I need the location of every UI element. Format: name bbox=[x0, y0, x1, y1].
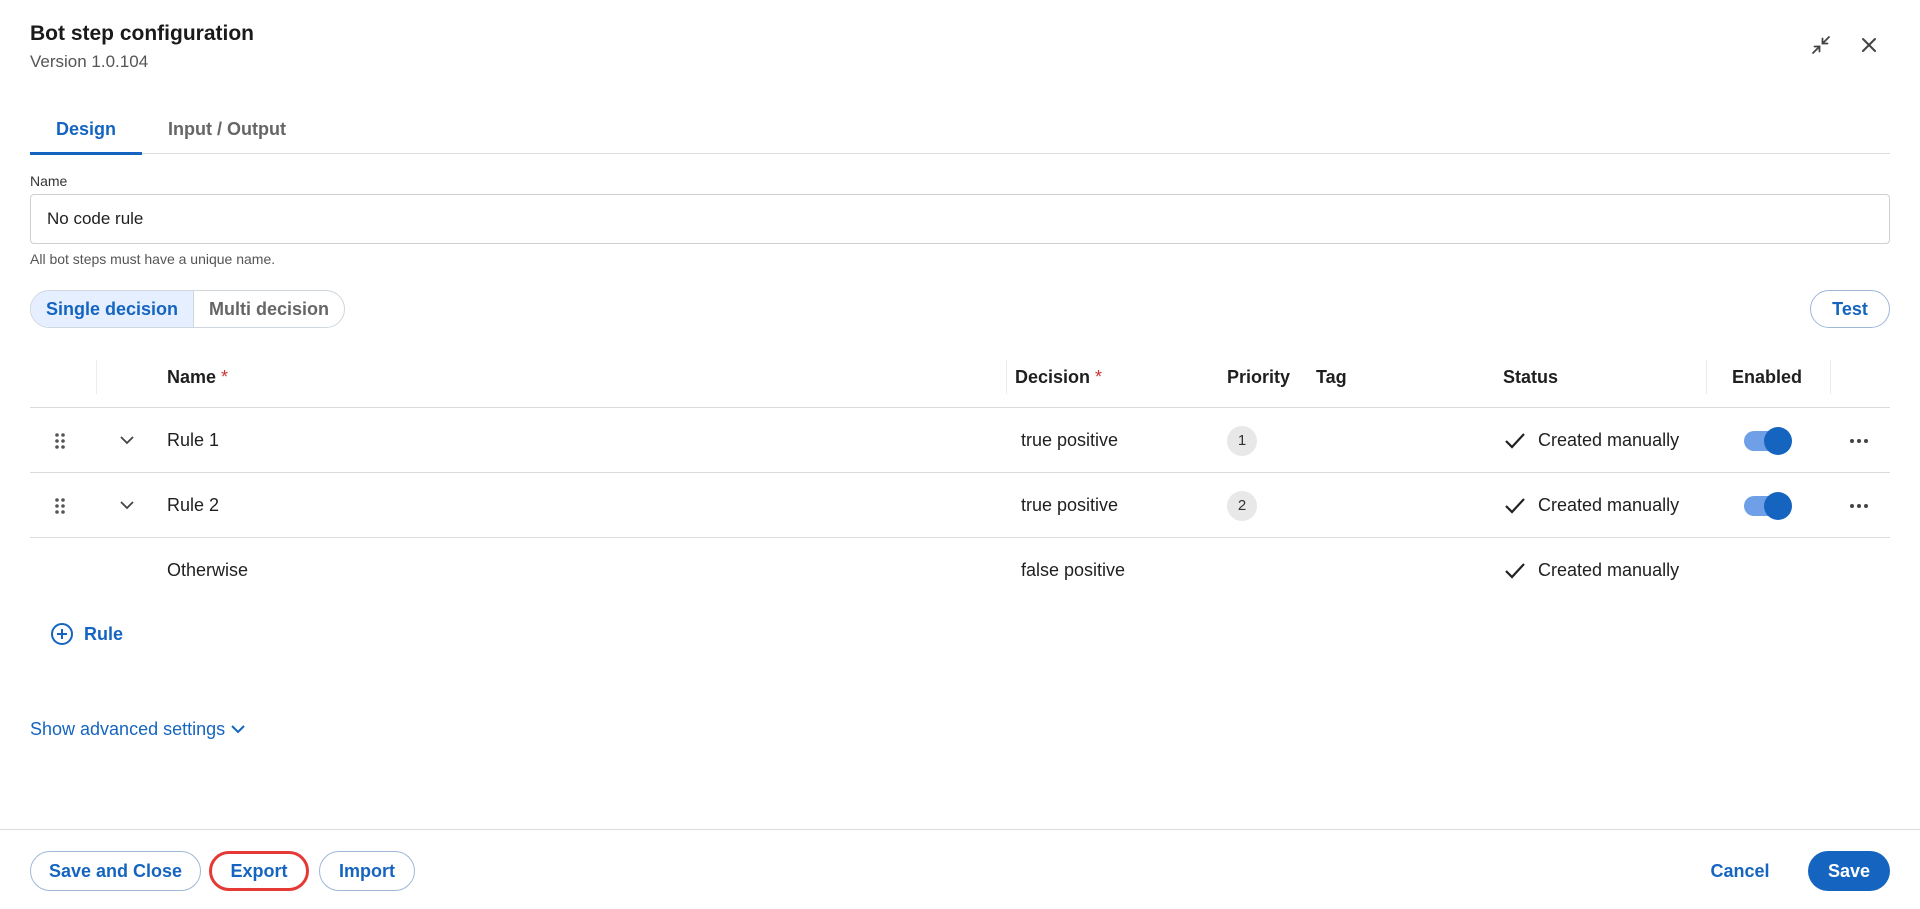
enabled-toggle[interactable] bbox=[1744, 408, 1792, 473]
cancel-button[interactable]: Cancel bbox=[1700, 851, 1780, 891]
check-icon bbox=[1505, 562, 1525, 579]
tab-design[interactable]: Design bbox=[30, 104, 143, 155]
toggle-track bbox=[1744, 426, 1792, 455]
rule-name: Rule 1 bbox=[167, 430, 220, 450]
column-divider bbox=[1706, 360, 1707, 394]
save-and-close-button[interactable]: Save and Close bbox=[30, 851, 201, 891]
priority-badge: 1 bbox=[1227, 425, 1257, 456]
drag-handle-icon[interactable] bbox=[50, 473, 70, 538]
test-button[interactable]: Test bbox=[1810, 290, 1890, 328]
column-status: Status bbox=[1503, 366, 1559, 387]
column-tag: Tag bbox=[1316, 366, 1347, 387]
multi-decision-option[interactable]: Multi decision bbox=[194, 291, 344, 327]
column-name: Name * bbox=[167, 346, 228, 408]
drag-handle-icon[interactable] bbox=[50, 408, 70, 473]
rules-table: Name * Decision * Priority Tag Status Enab… bbox=[30, 346, 1890, 603]
advanced-label: Show advanced settings bbox=[30, 719, 226, 739]
decision-mode-toggle: Single decision Multi decision bbox=[30, 290, 346, 328]
collapse-icon[interactable] bbox=[1810, 34, 1832, 56]
column-decision-label: Decision bbox=[1015, 366, 1091, 387]
import-button[interactable]: Import bbox=[319, 851, 415, 891]
close-icon[interactable] bbox=[1858, 34, 1880, 56]
rule-decision: true positive bbox=[1021, 430, 1119, 450]
priority-badge: 2 bbox=[1227, 490, 1257, 521]
chevron-down-icon[interactable] bbox=[116, 473, 138, 538]
column-priority: Priority bbox=[1227, 366, 1291, 387]
column-divider bbox=[96, 360, 97, 394]
otherwise-status: Created manually bbox=[1504, 538, 1679, 603]
otherwise-label: Otherwise bbox=[167, 560, 249, 580]
rule-priority: 2 bbox=[1227, 473, 1257, 538]
name-input[interactable] bbox=[30, 194, 1890, 244]
add-rule-button[interactable]: Rule bbox=[50, 622, 123, 646]
dialog-title: Bot step configuration bbox=[30, 22, 254, 45]
add-rule-label: Rule bbox=[84, 623, 124, 644]
column-divider bbox=[1830, 360, 1831, 394]
single-decision-option[interactable]: Single decision bbox=[31, 291, 195, 327]
otherwise-row: Otherwise false positive Created manuall… bbox=[30, 538, 1890, 603]
name-field-label: Name bbox=[30, 173, 68, 189]
rule-status: Created manually bbox=[1504, 473, 1679, 538]
chevron-down-icon[interactable] bbox=[116, 408, 138, 473]
check-icon bbox=[1505, 432, 1525, 449]
otherwise-decision: false positive bbox=[1021, 560, 1126, 580]
tab-input-output[interactable]: Input / Output bbox=[142, 104, 312, 154]
required-mark: * bbox=[221, 366, 229, 387]
required-mark: * bbox=[1095, 366, 1103, 387]
show-advanced-settings-link[interactable]: Show advanced settings bbox=[30, 719, 245, 740]
rule-name: Rule 2 bbox=[167, 495, 220, 515]
save-button[interactable]: Save bbox=[1808, 851, 1890, 891]
more-options-icon[interactable] bbox=[1848, 473, 1870, 538]
toggle-track bbox=[1744, 491, 1792, 520]
status-text: Created manually bbox=[1538, 495, 1680, 515]
table-row: Rule 1 true positive 1 Created manually bbox=[30, 408, 1890, 473]
window-controls bbox=[1810, 34, 1880, 56]
dialog-header: Bot step configuration Version 1.0.104 bbox=[30, 22, 254, 72]
more-options-icon[interactable] bbox=[1848, 408, 1870, 473]
toggle-knob bbox=[1764, 491, 1792, 520]
enabled-toggle[interactable] bbox=[1744, 473, 1792, 538]
check-icon bbox=[1505, 497, 1525, 514]
column-name-label: Name bbox=[167, 366, 217, 387]
column-decision: Decision * bbox=[1015, 346, 1102, 408]
version-label: Version 1.0.104 bbox=[30, 52, 149, 71]
column-divider bbox=[1006, 360, 1007, 394]
rule-decision: true positive bbox=[1021, 495, 1119, 515]
chevron-down-icon bbox=[231, 725, 245, 734]
table-header: Name * Decision * Priority Tag Status Enab… bbox=[30, 346, 1890, 408]
plus-circle-icon bbox=[51, 623, 73, 645]
status-text: Created manually bbox=[1538, 430, 1680, 450]
rule-status: Created manually bbox=[1504, 408, 1679, 473]
status-text: Created manually bbox=[1538, 560, 1680, 580]
tab-bar: Design Input / Output bbox=[30, 104, 1890, 155]
rule-priority: 1 bbox=[1227, 408, 1257, 473]
column-enabled: Enabled bbox=[1732, 366, 1803, 387]
dialog-footer: Save and Close Export Import Cancel Save bbox=[0, 829, 1920, 909]
table-row: Rule 2 true positive 2 Created manually bbox=[30, 473, 1890, 538]
toggle-knob bbox=[1764, 426, 1792, 455]
export-button[interactable]: Export bbox=[209, 851, 309, 891]
name-helper-text: All bot steps must have a unique name. bbox=[30, 251, 276, 267]
